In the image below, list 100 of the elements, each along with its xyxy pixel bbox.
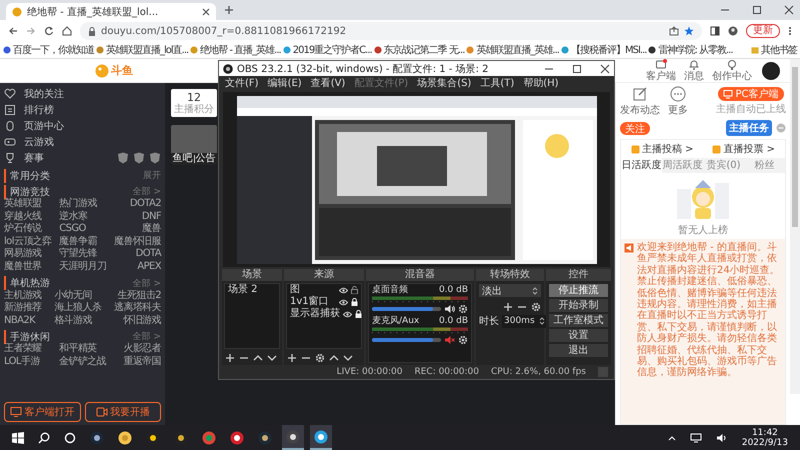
avatar-tab[interactable]: 公告 bbox=[196, 153, 216, 165]
sidebar-nav-item[interactable]: 云游戏 bbox=[4, 134, 161, 150]
menu-item[interactable]: 文件(F) bbox=[225, 76, 259, 90]
category-link[interactable]: 和平精英 bbox=[58, 343, 106, 356]
control-button[interactable]: 退出 bbox=[549, 344, 608, 357]
windows-icon[interactable] bbox=[12, 432, 24, 444]
category-link[interactable]: DNF bbox=[142, 210, 161, 224]
ranking-tab[interactable]: 周活跃度 bbox=[662, 158, 703, 173]
category-link[interactable]: 逃离塔科夫 bbox=[114, 302, 161, 315]
ranking-tab[interactable]: 贵宾(0) bbox=[703, 158, 744, 173]
unlock-icon[interactable] bbox=[351, 286, 358, 294]
sidebar-button[interactable]: 客户端打开 bbox=[4, 402, 80, 422]
section-link[interactable]: 全部 > bbox=[132, 185, 161, 198]
share-icon[interactable] bbox=[669, 26, 679, 36]
bookmark-link[interactable]: 东京战记第二季 无... bbox=[374, 43, 464, 57]
settings-icon[interactable] bbox=[458, 304, 468, 314]
move-up-icon[interactable] bbox=[329, 353, 339, 363]
transition-dropdown[interactable]: 淡出 bbox=[479, 284, 541, 297]
menu-item[interactable]: 查看(V) bbox=[310, 76, 346, 90]
control-button[interactable]: 停止推流 bbox=[549, 284, 608, 297]
category-link[interactable]: 主机游戏 bbox=[4, 290, 42, 302]
bookmark-link[interactable]: 绝地帮 - 直播_英雄... bbox=[190, 43, 281, 57]
eye-icon[interactable] bbox=[339, 298, 348, 306]
sidebar-nav-item[interactable]: 赛事 bbox=[4, 150, 161, 166]
category-link[interactable]: 热门游戏 bbox=[59, 198, 106, 211]
add-icon[interactable] bbox=[287, 353, 297, 363]
menu-item[interactable]: 场景集合(S) bbox=[417, 76, 472, 90]
ranking-link[interactable]: 主播投稿 > bbox=[630, 142, 694, 156]
category-link[interactable]: CSGO bbox=[59, 223, 106, 236]
category-link[interactable]: DOTA bbox=[136, 248, 161, 261]
search-icon[interactable] bbox=[38, 432, 50, 444]
sidebar-nav-item[interactable]: 我的关注 bbox=[4, 86, 161, 102]
category-link[interactable]: 炉石传说 bbox=[4, 223, 52, 236]
update-button[interactable]: 更新 bbox=[746, 24, 780, 38]
section-link[interactable]: 展开 bbox=[143, 169, 161, 182]
ranking-link[interactable]: 直播投票 > bbox=[712, 142, 776, 156]
maximize-icon[interactable] bbox=[752, 5, 762, 15]
sidebar-icon[interactable] bbox=[710, 26, 720, 36]
user-avatar[interactable] bbox=[762, 62, 780, 80]
category-link[interactable]: 英雄联盟 bbox=[4, 198, 52, 211]
category-link[interactable]: 魔兽争霸 bbox=[59, 236, 106, 248]
category-link[interactable]: 守望先锋 bbox=[59, 248, 106, 261]
new-tab-icon[interactable] bbox=[224, 5, 234, 15]
caret-icon[interactable] bbox=[668, 434, 676, 440]
bookmark-link[interactable]: 英雄联盟直播_lol直... bbox=[96, 43, 188, 57]
eye-icon[interactable] bbox=[343, 310, 352, 318]
section-link[interactable]: 全部 > bbox=[132, 330, 161, 344]
bookmark-link[interactable]: 【搜税番评】MSI... bbox=[560, 43, 646, 57]
speaker-icon[interactable] bbox=[716, 432, 728, 442]
category-link[interactable]: APEX bbox=[137, 260, 161, 274]
lock-icon[interactable] bbox=[355, 310, 362, 318]
sidebar-nav-item[interactable]: 排行榜 bbox=[4, 102, 161, 118]
maximize-icon[interactable] bbox=[572, 64, 582, 74]
sidebar-nav-item[interactable]: 页游中心 bbox=[4, 118, 161, 134]
app-icon[interactable] bbox=[90, 430, 104, 444]
avatar-tab[interactable]: 鱼吧 bbox=[172, 153, 192, 165]
settings-icon[interactable] bbox=[458, 335, 468, 345]
ranking-tab[interactable]: 日活跃度 bbox=[621, 158, 662, 173]
category-link[interactable]: 海上狼人杀 bbox=[54, 302, 102, 315]
control-button[interactable]: 工作室模式 bbox=[549, 314, 608, 327]
header-action[interactable]: 创作中心 bbox=[712, 59, 752, 82]
browser-tab[interactable]: 绝地帮 - 直播_英雄联盟_lol... bbox=[6, 3, 216, 20]
move-up-icon[interactable] bbox=[253, 353, 263, 363]
category-link[interactable]: LOL手游 bbox=[4, 356, 42, 369]
category-link[interactable]: 火影忍者 bbox=[123, 343, 161, 356]
control-button[interactable]: 设置 bbox=[549, 329, 608, 342]
bookmark-star-icon[interactable] bbox=[684, 26, 694, 36]
pc-client-button[interactable]: PC客户端 bbox=[718, 87, 784, 101]
follow-button[interactable]: 关注 bbox=[620, 122, 650, 134]
app-icon[interactable] bbox=[258, 430, 272, 444]
section-link[interactable]: 全部 > bbox=[132, 276, 161, 290]
category-link[interactable]: 穿越火线 bbox=[4, 210, 52, 224]
category-link[interactable]: 天涯明月刀 bbox=[59, 260, 106, 274]
app-icon[interactable] bbox=[286, 430, 300, 444]
panel-action[interactable]: 更多 bbox=[668, 86, 688, 117]
eye-icon[interactable] bbox=[339, 286, 348, 294]
category-link[interactable]: 王者荣耀 bbox=[4, 343, 42, 356]
volume-slider[interactable] bbox=[372, 338, 441, 342]
app-icon[interactable] bbox=[314, 430, 328, 444]
close-icon[interactable] bbox=[600, 64, 610, 74]
source-item[interactable]: 显示器捕获 bbox=[287, 308, 361, 320]
category-link[interactable]: DOTA2 bbox=[130, 198, 161, 211]
header-action[interactable]: 客户端 bbox=[646, 59, 676, 82]
category-link[interactable]: 金铲铲之战 bbox=[58, 356, 106, 369]
category-link[interactable]: 小幼无间 bbox=[54, 290, 102, 302]
circle-icon[interactable] bbox=[64, 432, 76, 444]
category-link[interactable]: 怀旧游戏 bbox=[123, 314, 161, 328]
profile-icon[interactable] bbox=[728, 26, 738, 36]
category-link[interactable]: 魔兽世界 bbox=[4, 260, 52, 274]
scrollbar[interactable] bbox=[790, 59, 800, 394]
category-link[interactable]: 格斗游戏 bbox=[54, 314, 102, 328]
add-icon[interactable] bbox=[503, 302, 513, 312]
menu-item[interactable]: 帮助(H) bbox=[523, 76, 559, 90]
move-down-icon[interactable] bbox=[267, 353, 277, 363]
bookmark-link[interactable]: 雷神学院: 从零教... bbox=[648, 43, 733, 57]
category-link[interactable]: 生死狙击2 bbox=[118, 290, 161, 302]
header-action[interactable]: 消息 bbox=[684, 59, 704, 82]
source-item[interactable]: 1v1窗口 bbox=[287, 296, 361, 308]
control-button[interactable]: 开始录制 bbox=[549, 299, 608, 312]
category-link[interactable]: 魔兽 bbox=[142, 223, 161, 236]
